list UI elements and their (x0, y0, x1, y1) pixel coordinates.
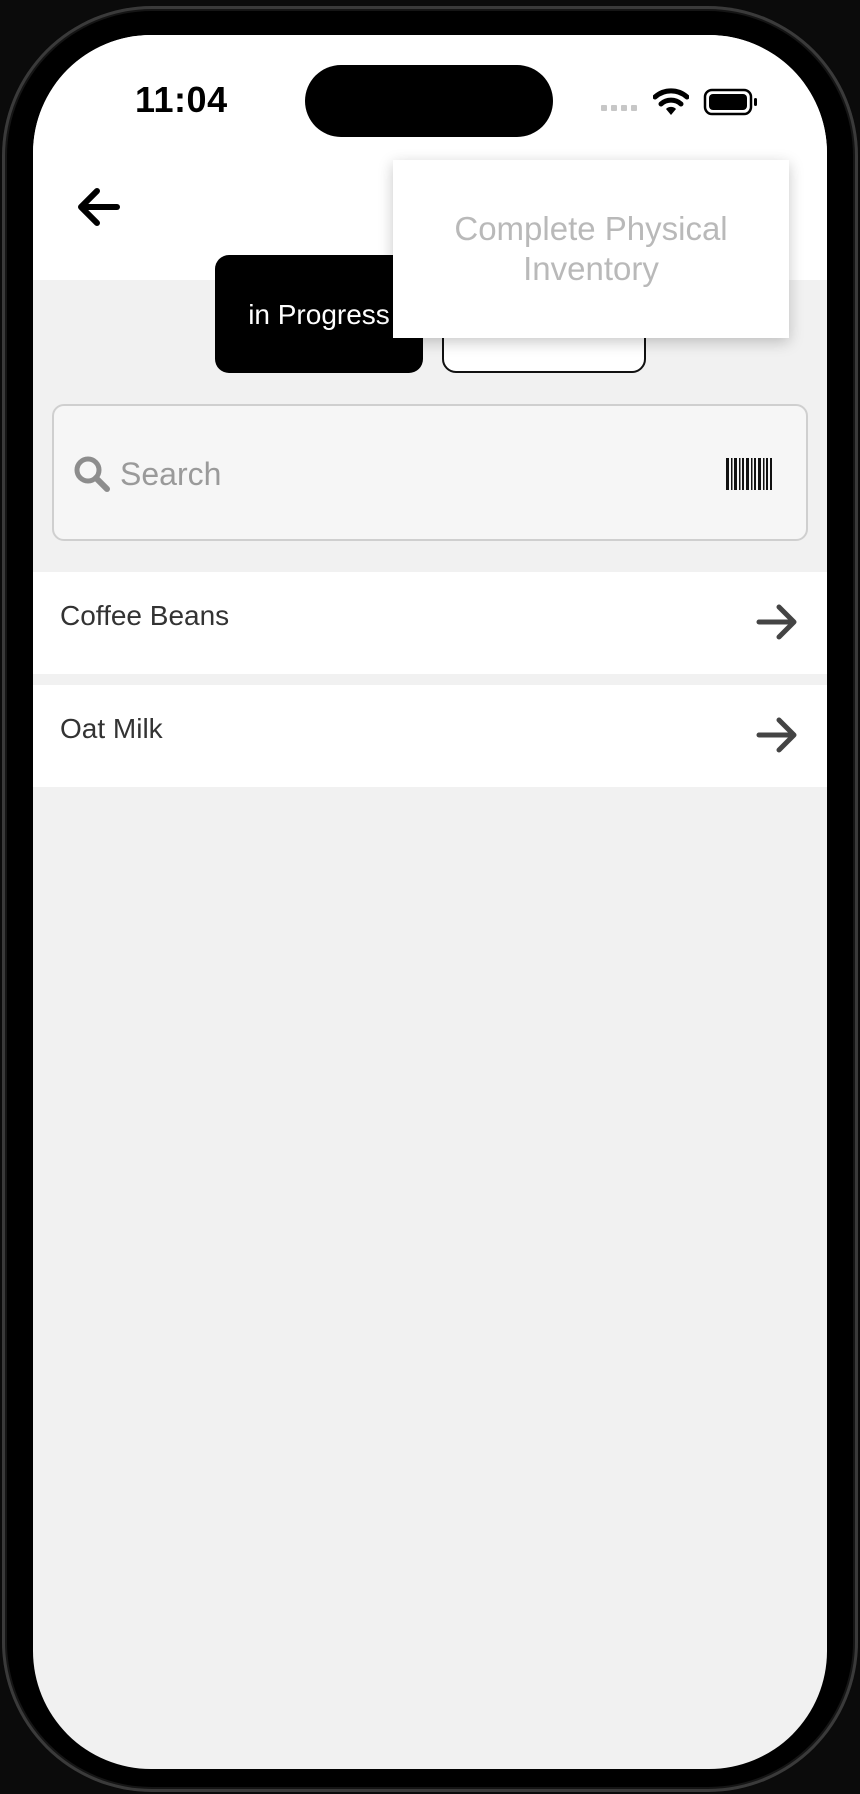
list-item-label: Oat Milk (60, 713, 163, 744)
barcode-scan-icon[interactable] (726, 456, 772, 492)
search-icon (74, 456, 110, 492)
cellular-signal-icon (601, 105, 637, 111)
app-screen: 11:04 Mair in Progress (33, 35, 827, 1769)
status-time: 11:04 (135, 79, 228, 120)
tab-in-progress[interactable]: in Progress (215, 255, 423, 373)
list-item-coffee-beans[interactable]: Coffee Beans (33, 572, 827, 674)
status-bar: 11:04 (33, 35, 827, 143)
dynamic-island (305, 65, 553, 137)
popup-menu[interactable]: Complete Physical Inventory (393, 160, 789, 338)
wifi-icon (653, 88, 689, 115)
tab-in-progress-label: in Progress (248, 299, 390, 330)
arrow-right-icon (756, 717, 797, 753)
search-input[interactable] (118, 442, 702, 506)
battery-icon (703, 88, 757, 116)
menu-item-complete-physical-inventory[interactable]: Complete Physical Inventory (421, 209, 761, 289)
arrow-right-icon (756, 604, 797, 640)
list-item-label: Coffee Beans (60, 600, 230, 631)
list-item-oat-milk[interactable]: Oat Milk (33, 685, 827, 787)
search-bar (52, 404, 808, 541)
